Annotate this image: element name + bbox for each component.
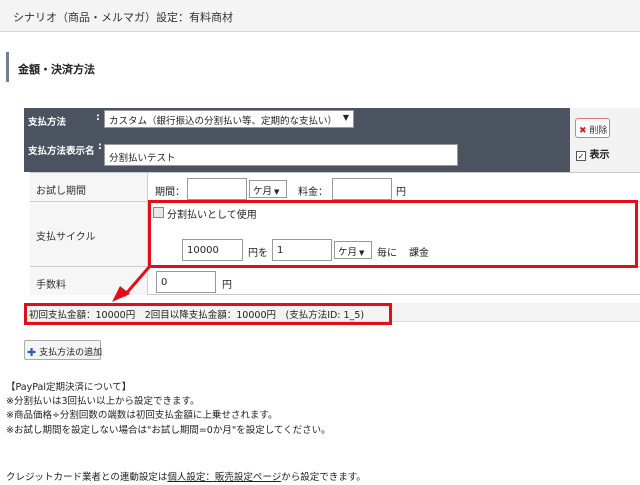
note-line: ※商品価格÷分割回数の端数は初回支払金額に上乗せされます。 <box>6 410 278 421</box>
plus-icon: ✚ <box>27 346 37 359</box>
footer-suffix: から設定できます。 <box>281 472 366 483</box>
note-line: ※お試し期間を設定しない場合は"お試し期間=0か月"を設定してください。 <box>6 425 331 436</box>
note-heading: 【PayPal定期決済について】 <box>6 382 132 393</box>
footer-note: クレジットカード業者との連動設定は個人設定：販売設定ページから設定できます。 <box>6 469 366 483</box>
footer-prefix: クレジットカード業者との連動設定は <box>6 472 168 483</box>
sales-settings-link[interactable]: 個人設定：販売設定ページ <box>167 472 281 483</box>
note-line: ※分割払いは3回払い以上から設定できます。 <box>6 396 200 407</box>
add-payment-method-label: 支払方法の追加 <box>39 348 103 358</box>
add-payment-method-button[interactable]: ✚ 支払方法の追加 <box>24 340 103 360</box>
